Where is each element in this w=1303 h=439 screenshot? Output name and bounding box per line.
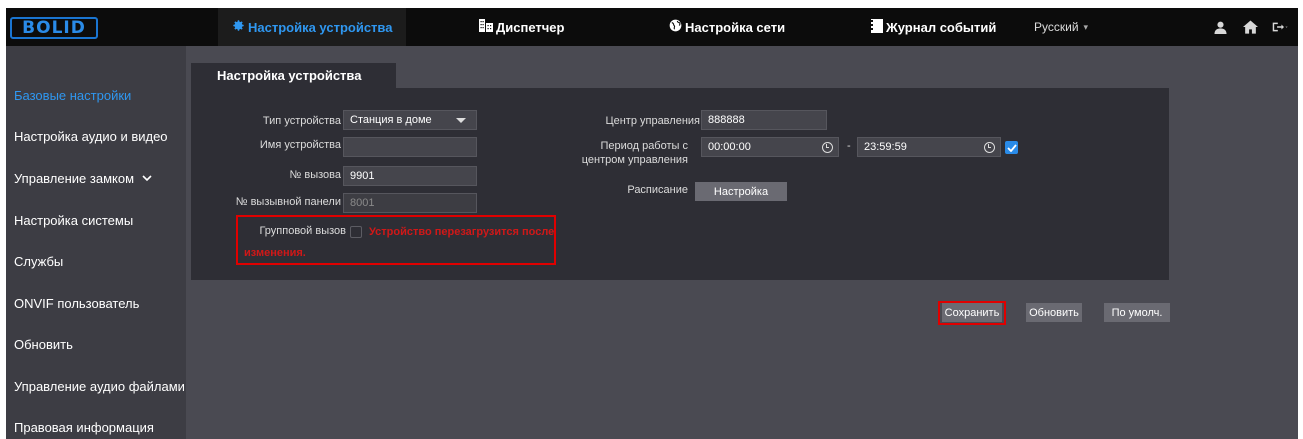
period-separator: -	[847, 140, 851, 152]
control-center-field[interactable]: 888888	[701, 110, 827, 130]
sidebar-item-label: Настройка аудио и видео	[14, 129, 168, 144]
device-type-label: Тип устройства	[262, 115, 341, 127]
period-end-value: 23:59:59	[864, 141, 907, 153]
nav-network-settings[interactable]: Настройка сети	[669, 8, 785, 46]
nav-device-settings[interactable]: Настройка устройства	[218, 8, 407, 46]
nav-dispatcher-label: Диспетчер	[496, 19, 565, 35]
sidebar-item-update[interactable]: Обновить	[14, 337, 73, 352]
bolid-logo: BOLID	[10, 17, 98, 39]
panel-number-label: № вызывной панели	[235, 196, 341, 208]
sidebar-item-label: Базовые настройки	[14, 88, 132, 103]
sidebar-item-label: Правовая информация	[14, 420, 154, 435]
sidebar-item-system-settings[interactable]: Настройка системы	[14, 213, 133, 228]
nav-device-settings-label: Настройка устройства	[248, 19, 393, 35]
refresh-button[interactable]: Обновить	[1026, 303, 1082, 322]
app-frame: BOLID Настройка устройства Диспетчер Нас…	[6, 8, 1298, 439]
period-label-line2: центром управления	[581, 154, 688, 166]
building-icon	[479, 19, 493, 35]
tab-device-settings[interactable]: Настройка устройства	[191, 63, 396, 88]
home-icon[interactable]	[1242, 19, 1258, 35]
chevron-down-icon	[142, 175, 152, 182]
sidebar-item-label: Управление замком	[14, 171, 135, 186]
sidebar-item-label: ONVIF пользователь	[14, 296, 140, 311]
logout-icon[interactable]	[1272, 19, 1288, 35]
user-icon[interactable]	[1212, 19, 1228, 35]
device-name-label: Имя устройства	[259, 139, 341, 151]
period-start-field[interactable]: 00:00:00	[701, 137, 839, 157]
sidebar-item-services[interactable]: Службы	[14, 254, 63, 269]
period-end-field[interactable]: 23:59:59	[857, 137, 1001, 157]
schedule-label: Расписание	[627, 184, 688, 196]
gear-icon	[232, 19, 245, 35]
control-center-value: 888888	[708, 114, 745, 126]
control-center-label: Центр управления	[605, 115, 700, 127]
sidebar-item-label: Обновить	[14, 337, 73, 352]
call-number-label: № вызова	[289, 169, 341, 181]
default-button[interactable]: По умолч.	[1104, 303, 1170, 322]
nav-event-log[interactable]: Журнал событий	[871, 8, 996, 46]
sidebar-item-label: Настройка системы	[14, 213, 134, 228]
language-value: Русский	[1034, 20, 1079, 34]
top-navigation-bar: BOLID Настройка устройства Диспетчер Нас…	[6, 8, 1298, 46]
group-call-warning: Устройство перезагрузится после изменени…	[244, 226, 555, 259]
sidebar-item-onvif-user[interactable]: ONVIF пользователь	[14, 296, 139, 311]
nav-event-log-label: Журнал событий	[886, 19, 997, 35]
language-select[interactable]: Русский ▾	[1034, 8, 1088, 46]
dropdown-arrow-icon	[456, 118, 466, 123]
call-number-value: 9901	[350, 170, 375, 182]
period-start-value: 00:00:00	[708, 141, 751, 153]
sidebar-item-label: Службы	[14, 254, 64, 269]
clock-icon[interactable]	[984, 142, 995, 153]
sidebar: Базовые настройки Настройка аудио и виде…	[6, 46, 186, 439]
period-enable-checkbox[interactable]	[1005, 141, 1018, 154]
tab-label: Настройка устройства	[217, 68, 362, 83]
sidebar-item-audio-files[interactable]: Управление аудио файлами	[14, 379, 185, 394]
globe-icon	[669, 19, 682, 35]
group-call-highlight: Групповой вызов Устройство перезагрузитс…	[236, 215, 556, 265]
clock-icon[interactable]	[822, 142, 833, 153]
sidebar-item-label: Управление аудио файлами	[14, 379, 185, 394]
call-number-field[interactable]: 9901	[343, 166, 477, 186]
period-label: Период работы с центром управления	[551, 139, 688, 167]
sidebar-item-basic-settings[interactable]: Базовые настройки	[14, 88, 131, 103]
nav-network-settings-label: Настройка сети	[685, 19, 786, 35]
panel-number-value: 8001	[350, 197, 375, 209]
panel-number-field[interactable]: 8001	[343, 193, 477, 213]
device-type-value: Станция в доме	[350, 114, 432, 126]
period-label-line1: Период работы с	[600, 140, 688, 152]
sidebar-item-audio-video[interactable]: Настройка аудио и видео	[14, 129, 168, 144]
sidebar-item-legal-info[interactable]: Правовая информация	[14, 420, 154, 435]
save-button[interactable]: Сохранить	[942, 303, 1002, 322]
nav-dispatcher[interactable]: Диспетчер	[479, 8, 564, 46]
sidebar-item-lock-control[interactable]: Управление замком	[14, 171, 152, 186]
chevron-down-icon: ▾	[1083, 21, 1089, 32]
top-right-icons	[1212, 8, 1288, 46]
check-icon	[1006, 143, 1017, 152]
device-name-field[interactable]	[343, 137, 477, 157]
log-icon	[871, 18, 883, 36]
schedule-setup-button[interactable]: Настройка	[695, 182, 787, 201]
device-type-select[interactable]: Станция в доме	[343, 110, 477, 130]
save-button-highlight: Сохранить	[938, 301, 1006, 325]
